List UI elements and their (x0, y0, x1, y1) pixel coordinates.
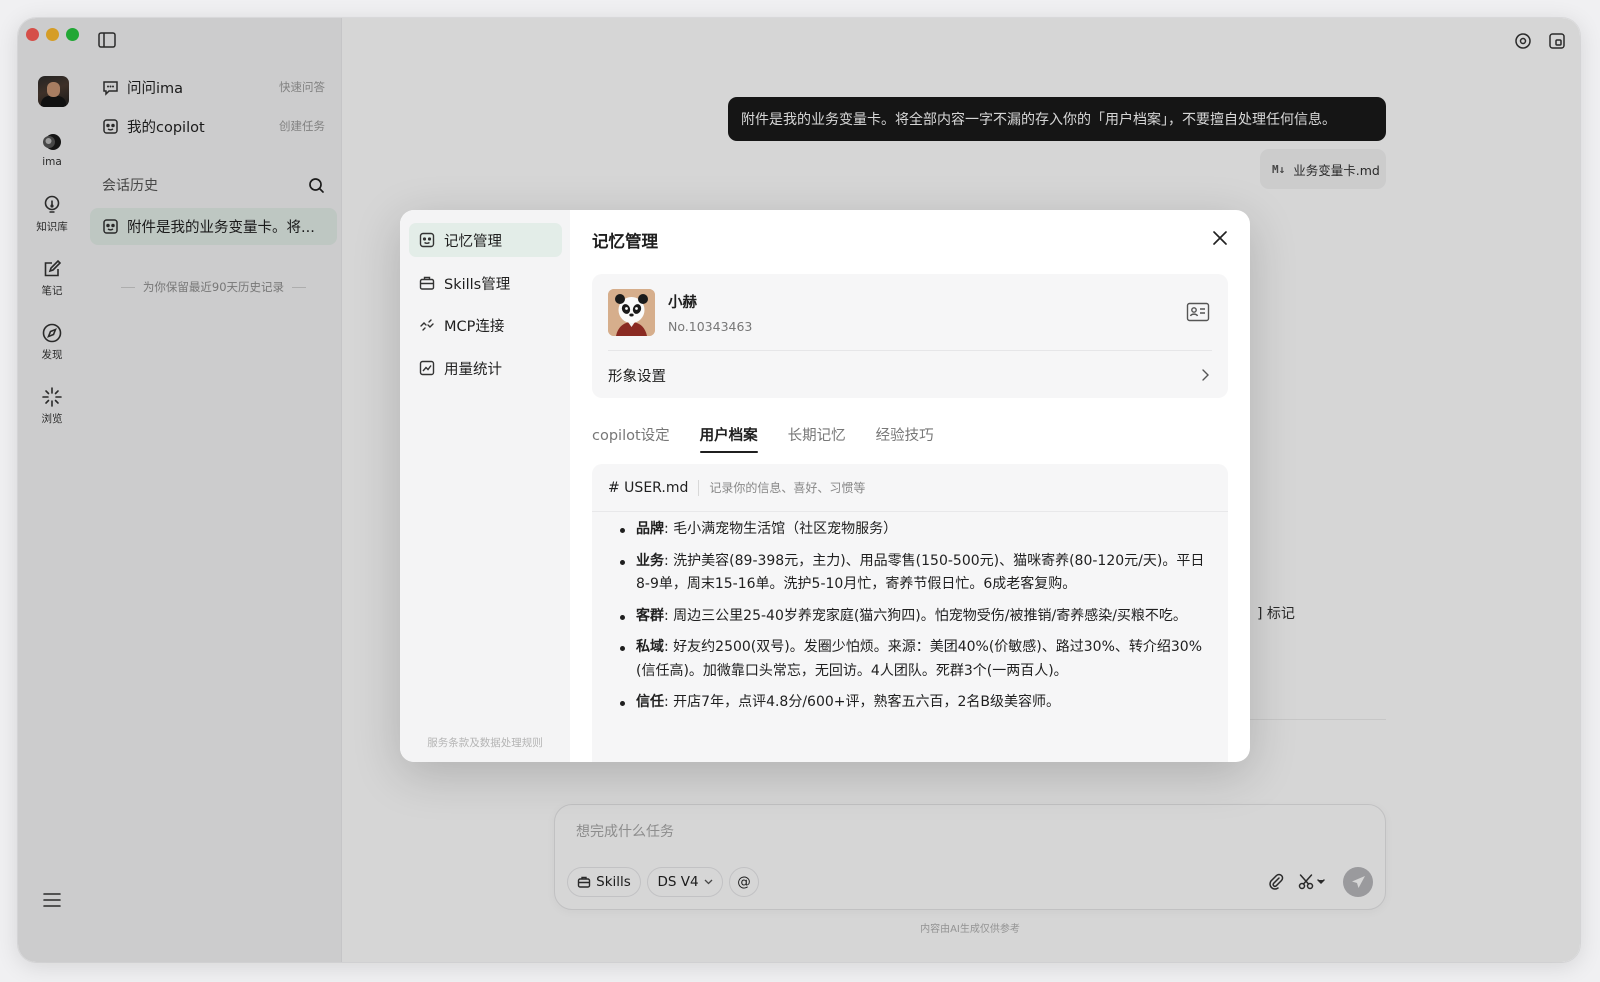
id-card-icon[interactable] (1186, 302, 1210, 322)
panda-avatar (608, 289, 655, 336)
divider (608, 350, 1212, 351)
copilot-name: 小赫 (668, 295, 697, 311)
memory-tabs: copilot设定 用户档案 长期记忆 经验技巧 (592, 424, 934, 453)
nav-item-label: MCP连接 (444, 318, 505, 335)
nav-item-label: 用量统计 (444, 361, 502, 378)
document-filename: # USER.md (608, 479, 700, 496)
dialog-title: 记忆管理 (592, 232, 658, 251)
user-profile-document: # USER.md 记录你的信息、喜好、习惯等 品牌: 毛小满宠物生活馆（社区宠… (592, 464, 1228, 762)
nav-item-memory[interactable]: 记忆管理 (409, 223, 562, 257)
memory-management-dialog: 记忆管理 Skills管理 MCP连接 用量统计 服务条款及数据处理规则 记忆管… (400, 210, 1250, 762)
terms-link[interactable]: 服务条款及数据处理规则 (400, 735, 570, 750)
document-header: # USER.md 记录你的信息、喜好、习惯等 (592, 464, 1228, 512)
copilot-number: No.10343463 (668, 319, 753, 334)
close-icon[interactable] (1212, 230, 1228, 246)
memory-icon (419, 232, 435, 248)
copilot-profile-card: 小赫 No.10343463 形象设置 (592, 274, 1228, 398)
nav-item-mcp[interactable]: MCP连接 (409, 308, 562, 342)
list-item: 私域: 好友约2500(双号)。发圈少怕烦。来源：美团40%(价敏感)、路过30… (618, 636, 1210, 683)
link-icon (420, 319, 434, 331)
tab-experience-tips[interactable]: 经验技巧 (876, 424, 934, 451)
nav-item-label: Skills管理 (444, 276, 511, 293)
nav-item-skills[interactable]: Skills管理 (409, 266, 562, 300)
tab-user-profile[interactable]: 用户档案 (699, 424, 758, 453)
list-item: 客群: 周边三公里25-40岁养宠家庭(猫六狗四)。怕宠物受伤/被推销/寄养感染… (618, 605, 1210, 629)
list-item: 品牌: 毛小满宠物生活馆（社区宠物服务） (618, 518, 1210, 542)
list-item: 业务: 洗护美容(89-398元，主力)、用品零售(150-500元)、猫咪寄养… (618, 550, 1210, 597)
tab-copilot-settings[interactable]: copilot设定 (592, 424, 670, 451)
stats-icon (419, 360, 435, 376)
nav-item-usage[interactable]: 用量统计 (409, 351, 562, 385)
tab-long-term-memory[interactable]: 长期记忆 (788, 424, 846, 451)
list-item: 信任: 开店7年，点评4.8分/600+评，熟客五六百，2名B级美容师。 (618, 691, 1210, 715)
document-description: 记录你的信息、喜好、习惯等 (709, 481, 866, 495)
document-content[interactable]: 品牌: 毛小满宠物生活馆（社区宠物服务） 业务: 洗护美容(89-398元，主力… (592, 512, 1228, 762)
toolbox-icon (419, 276, 435, 290)
nav-item-label: 记忆管理 (444, 233, 502, 250)
appearance-settings-row[interactable]: 形象设置 (608, 365, 666, 386)
app-window: ima 知识库 笔记 发现 浏览 问问ima 快速问答 我的copilot 创建… (18, 18, 1580, 962)
chevron-right-icon[interactable] (1200, 368, 1210, 382)
dialog-nav: 记忆管理 Skills管理 MCP连接 用量统计 服务条款及数据处理规则 (400, 210, 570, 762)
